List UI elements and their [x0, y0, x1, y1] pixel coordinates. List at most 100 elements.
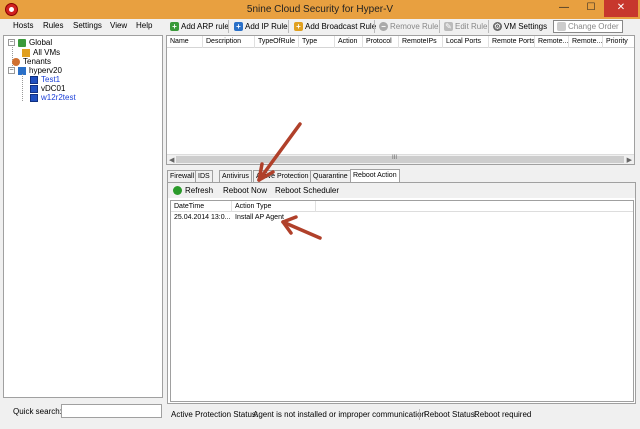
column-header[interactable]: Remote... — [535, 36, 569, 48]
reboot-action-panel: Refresh Reboot Now Reboot Scheduler Date… — [167, 182, 636, 404]
column-header[interactable]: Local Ports — [443, 36, 489, 48]
tree-node-vm[interactable]: vDC01 — [30, 84, 65, 93]
plus-icon: + — [294, 22, 303, 31]
tab-active-protection[interactable]: Active Protection — [253, 170, 312, 182]
reboot-scheduler-button[interactable]: Reboot Scheduler — [275, 186, 339, 195]
toolbar-separator — [439, 20, 440, 33]
rules-grid: Name Description TypeOfRule Type Action … — [166, 35, 635, 165]
add-arp-rule-button[interactable]: + Add ARP rule — [170, 20, 229, 33]
column-header[interactable]: Priority — [603, 36, 634, 48]
close-button[interactable]: ✕ — [604, 0, 638, 17]
collapse-icon[interactable]: − — [8, 39, 15, 46]
column-header[interactable]: Remote Ports — [489, 36, 535, 48]
monitor-icon — [30, 75, 38, 84]
tree-label-host: hyperv20 — [29, 66, 62, 75]
menu-hosts[interactable]: Hosts — [13, 21, 33, 30]
tree-node-vm[interactable]: Test1 — [30, 75, 60, 84]
reboot-status-label: Reboot Status: — [424, 410, 477, 419]
plus-icon: + — [234, 22, 243, 31]
reboot-now-button[interactable]: Reboot Now — [223, 186, 267, 195]
tab-firewall[interactable]: Firewall — [167, 170, 198, 182]
folder-icon — [22, 48, 30, 57]
change-order-button[interactable]: Change Order — [553, 20, 623, 33]
column-header[interactable]: Type — [299, 36, 335, 48]
tree-label-vm: Test1 — [41, 75, 61, 84]
toolbar-separator — [488, 20, 489, 33]
tree-node-tenants[interactable]: Tenants — [12, 57, 51, 66]
network-icon — [18, 38, 26, 47]
column-header[interactable]: Remote... — [569, 36, 603, 48]
column-header[interactable]: Action — [335, 36, 363, 48]
scroll-right-icon[interactable]: ▶ — [627, 156, 632, 164]
change-order-label: Change Order — [568, 22, 619, 31]
scroll-grip-icon: III — [392, 155, 398, 161]
tab-ids[interactable]: IDS — [195, 170, 213, 182]
vm-settings-button[interactable]: ⚙ VM Settings — [493, 20, 547, 33]
add-broadcast-rule-label: Add Broadcast Rule — [305, 22, 377, 31]
horizontal-scrollbar[interactable]: ◀ III ▶ — [167, 154, 634, 164]
tab-quarantine[interactable]: Quarantine — [310, 170, 351, 182]
menu-rules[interactable]: Rules — [43, 21, 63, 30]
monitor-icon — [30, 93, 38, 102]
window-title: 5nine Cloud Security for Hyper-V — [246, 4, 394, 15]
menu-help[interactable]: Help — [136, 21, 152, 30]
status-bar: Active Protection Status: Agent is not i… — [167, 408, 636, 421]
table-row[interactable]: 25.04.2014 13:0... Install AP Agent — [171, 212, 633, 223]
menu-view[interactable]: View — [110, 21, 127, 30]
tab-reboot-action[interactable]: Reboot Action — [350, 169, 400, 182]
column-header[interactable]: DateTime — [171, 201, 232, 212]
maximize-button[interactable]: ☐ — [578, 0, 604, 17]
remove-icon: − — [379, 22, 388, 31]
reboot-grid-header: DateTime Action Type — [171, 201, 633, 212]
rules-grid-header: Name Description TypeOfRule Type Action … — [167, 36, 634, 48]
toolbar: + Add ARP rule + Add IP Rule + Add Broad… — [166, 17, 640, 34]
toolbar-separator — [374, 20, 375, 33]
column-header[interactable]: Protocol — [363, 36, 399, 48]
plus-icon: + — [170, 22, 179, 31]
add-ip-rule-button[interactable]: + Add IP Rule — [234, 20, 288, 33]
menu-settings[interactable]: Settings — [73, 21, 102, 30]
tree-connector — [22, 74, 23, 101]
collapse-icon[interactable]: − — [8, 67, 15, 74]
ap-status-label: Active Protection Status: — [171, 410, 259, 419]
column-header[interactable]: RemoteIPs — [399, 36, 443, 48]
refresh-button[interactable]: Refresh — [173, 186, 213, 195]
pencil-icon: ✎ — [444, 22, 453, 31]
action-type-cell: Install AP Agent — [235, 214, 284, 221]
remove-rule-label: Remove Rule — [390, 22, 439, 31]
remove-rule-button[interactable]: − Remove Rule — [379, 20, 438, 33]
datetime-cell: 25.04.2014 13:0... — [174, 214, 231, 221]
tree-node-global[interactable]: − Global — [8, 38, 52, 47]
edit-rule-button[interactable]: ✎ Edit Rule — [444, 20, 487, 33]
column-header[interactable]: Description — [203, 36, 255, 48]
tab-antivirus[interactable]: Antivirus — [219, 170, 252, 182]
tree-label-vm: w12r2test — [41, 93, 76, 102]
scroll-thumb[interactable] — [176, 156, 624, 163]
reboot-toolbar: Refresh Reboot Now Reboot Scheduler — [168, 183, 635, 198]
order-icon — [557, 22, 566, 31]
column-header[interactable]: TypeOfRule — [255, 36, 299, 48]
toolbar-separator — [228, 20, 229, 33]
add-broadcast-rule-button[interactable]: + Add Broadcast Rule — [294, 20, 376, 33]
minimize-button[interactable]: — — [551, 0, 577, 17]
tree-node-host[interactable]: − hyperv20 — [8, 66, 62, 75]
tree-label-tenants: Tenants — [23, 57, 52, 66]
column-header[interactable]: Action Type — [232, 201, 316, 212]
tree-label-global: Global — [29, 38, 53, 47]
quick-search-label: Quick search: — [13, 407, 62, 416]
status-divider — [419, 409, 420, 420]
add-ip-rule-label: Add IP Rule — [245, 22, 288, 31]
refresh-icon — [173, 186, 182, 195]
add-arp-rule-label: Add ARP rule — [181, 22, 229, 31]
reboot-scheduler-label: Reboot Scheduler — [275, 186, 340, 195]
reboot-now-label: Reboot Now — [223, 186, 268, 195]
column-header[interactable]: Name — [167, 36, 203, 48]
tree-node-vm[interactable]: w12r2test — [30, 93, 76, 102]
vm-settings-label: VM Settings — [504, 22, 548, 31]
monitor-icon — [30, 84, 38, 93]
ap-status-value: Agent is not installed or improper commu… — [253, 410, 426, 419]
refresh-label: Refresh — [185, 186, 214, 195]
quick-search-input[interactable] — [61, 404, 162, 418]
tree-node-all-vms[interactable]: All VMs — [22, 48, 60, 57]
scroll-left-icon[interactable]: ◀ — [169, 156, 174, 164]
